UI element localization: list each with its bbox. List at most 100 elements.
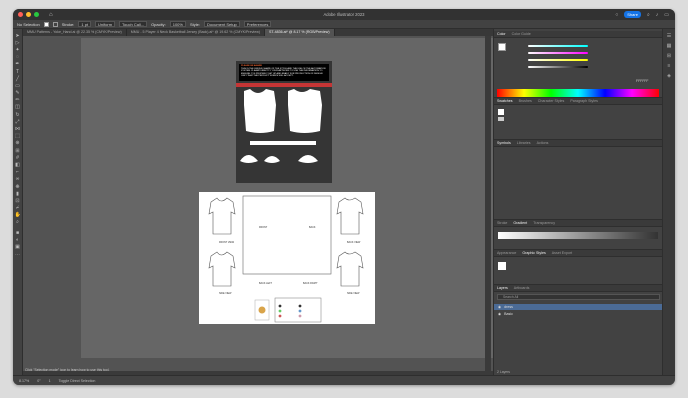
hex-value[interactable]: FFFFFF bbox=[636, 79, 648, 83]
artboard-number[interactable]: 1 bbox=[49, 379, 51, 383]
status-mode[interactable]: Toggle Direct Selection bbox=[59, 379, 96, 383]
bell-icon[interactable]: ♪ bbox=[656, 12, 659, 18]
maximize-button[interactable] bbox=[34, 12, 39, 17]
tab-libraries[interactable]: Libraries bbox=[517, 141, 531, 145]
draw-mode-icon[interactable]: ◐ bbox=[15, 237, 21, 243]
shape-builder-tool-icon[interactable]: ⊕ bbox=[15, 140, 21, 146]
tab-character-styles[interactable]: Character Styles bbox=[538, 99, 565, 103]
eye-icon[interactable]: ◉ bbox=[498, 305, 501, 309]
mesh-tool-icon[interactable]: # bbox=[15, 155, 21, 161]
artboards-icon[interactable]: ▦ bbox=[667, 43, 672, 49]
direct-selection-tool-icon[interactable]: ▷ bbox=[15, 40, 21, 46]
eyedropper-tool-icon[interactable]: ⌐ bbox=[15, 169, 21, 175]
tab-color[interactable]: Color bbox=[497, 32, 506, 36]
preferences-button[interactable]: Preferences bbox=[243, 21, 272, 27]
zoom-level[interactable]: 8.17% bbox=[19, 379, 29, 383]
close-button[interactable] bbox=[18, 12, 23, 17]
layers-search-input[interactable]: Search All bbox=[497, 294, 660, 300]
blend-tool-icon[interactable]: ∞ bbox=[15, 176, 21, 182]
fill-color-swatch[interactable] bbox=[498, 43, 506, 51]
magenta-slider[interactable] bbox=[528, 52, 588, 54]
default-graphic-style[interactable] bbox=[498, 262, 506, 270]
document-setup-button[interactable]: Document Setup bbox=[203, 21, 240, 27]
canvas-area[interactable]: PLEASE BE AWARE THIS IS THE UNIQUE SHAPE… bbox=[23, 36, 499, 375]
paintbrush-tool-icon[interactable]: ✎ bbox=[15, 90, 21, 96]
workspace-icon[interactable]: ▭ bbox=[664, 12, 669, 18]
logo-mark bbox=[258, 306, 266, 314]
stroke-swatch[interactable] bbox=[52, 21, 58, 27]
lasso-tool-icon[interactable]: ◌ bbox=[15, 54, 21, 60]
scale-tool-icon[interactable]: ⤢ bbox=[15, 119, 21, 125]
eye-icon[interactable]: ◉ bbox=[498, 312, 501, 316]
pattern-trim-center bbox=[264, 156, 280, 163]
properties-icon[interactable]: ☰ bbox=[667, 33, 671, 39]
cloud-icon[interactable]: ○ bbox=[615, 12, 618, 18]
width-tool-icon[interactable]: ⋈ bbox=[15, 126, 21, 132]
tab-graphic-styles[interactable]: Graphic Styles bbox=[522, 251, 545, 255]
artboard-spec-sheet[interactable]: FRONT VIEW BACK VIEW FRONT BACK SIDE VIE… bbox=[199, 192, 375, 324]
tab-symbols[interactable]: Symbols bbox=[497, 141, 511, 145]
fill-swatch[interactable] bbox=[43, 21, 49, 27]
share-button[interactable]: Share bbox=[624, 11, 641, 18]
swatch-registration[interactable] bbox=[498, 117, 504, 121]
vertical-scrollbar[interactable] bbox=[485, 36, 491, 375]
search-icon[interactable]: ⌕ bbox=[647, 12, 650, 18]
stroke-profile-dropdown[interactable]: Uniform bbox=[95, 21, 116, 27]
cyan-slider[interactable] bbox=[528, 45, 588, 47]
eraser-tool-icon[interactable]: ◫ bbox=[15, 104, 21, 110]
align-icon[interactable]: ≡ bbox=[668, 63, 671, 69]
zoom-tool-icon[interactable]: ⌕ bbox=[15, 219, 21, 225]
document-tab[interactable]: MMU - 5 Player 4 Neck Basketball Jersey … bbox=[127, 29, 266, 36]
perspective-grid-tool-icon[interactable]: ⊞ bbox=[15, 148, 21, 154]
rotate-tool-icon[interactable]: ↻ bbox=[15, 112, 21, 118]
rotation-value[interactable]: 0° bbox=[37, 379, 40, 383]
yellow-slider[interactable] bbox=[528, 59, 588, 61]
slice-tool-icon[interactable]: ⌿ bbox=[15, 205, 21, 211]
symbol-sprayer-tool-icon[interactable]: ❋ bbox=[15, 184, 21, 190]
minimize-button[interactable] bbox=[26, 12, 31, 17]
type-tool-icon[interactable]: T bbox=[15, 69, 21, 75]
black-slider[interactable] bbox=[528, 66, 588, 68]
gradient-tool-icon[interactable]: ◧ bbox=[15, 162, 21, 168]
screen-mode-icon[interactable]: ▣ bbox=[15, 244, 21, 250]
layers-panel-header: Layers Artboards bbox=[494, 285, 663, 292]
magic-wand-tool-icon[interactable]: ✦ bbox=[15, 47, 21, 53]
tab-asset-export[interactable]: Asset Export bbox=[552, 251, 572, 255]
stroke-weight-field[interactable]: 1 pt bbox=[78, 21, 92, 27]
gradient-preview[interactable] bbox=[498, 232, 658, 239]
pathfinder-icon[interactable]: ◈ bbox=[667, 73, 671, 79]
swatch-white[interactable] bbox=[498, 109, 504, 115]
artboard-instructions[interactable]: PLEASE BE AWARE THIS IS THE UNIQUE SHAPE… bbox=[236, 61, 332, 183]
tab-gradient[interactable]: Gradient bbox=[513, 221, 527, 225]
document-tab-active[interactable]: ST-4836.ai* @ 8.17 % (RGB/Preview) bbox=[265, 29, 335, 36]
color-spectrum[interactable] bbox=[497, 89, 659, 97]
tab-color-guide[interactable]: Color Guide bbox=[512, 32, 531, 36]
layer-row[interactable]: ◉ Basic bbox=[494, 311, 663, 317]
tab-stroke[interactable]: Stroke bbox=[497, 221, 507, 225]
edit-toolbar-icon[interactable]: ⋯ bbox=[15, 252, 21, 258]
tab-appearance[interactable]: Appearance bbox=[497, 251, 516, 255]
tab-brushes[interactable]: Brushes bbox=[519, 99, 532, 103]
tab-paragraph-styles[interactable]: Paragraph Styles bbox=[570, 99, 598, 103]
tab-artboards[interactable]: Artboards bbox=[514, 286, 530, 290]
tab-actions[interactable]: Actions bbox=[537, 141, 549, 145]
fill-stroke-icon[interactable]: ■ bbox=[15, 230, 21, 236]
tab-transparency[interactable]: Transparency bbox=[533, 221, 555, 225]
rectangle-tool-icon[interactable]: ▭ bbox=[15, 83, 21, 89]
free-transform-tool-icon[interactable]: ⬚ bbox=[15, 133, 21, 139]
brush-dropdown[interactable]: Touch Call... bbox=[119, 21, 148, 27]
line-tool-icon[interactable]: ╱ bbox=[15, 76, 21, 82]
tab-layers[interactable]: Layers bbox=[497, 286, 508, 290]
hand-tool-icon[interactable]: ✋ bbox=[15, 212, 21, 218]
graph-tool-icon[interactable]: ▮ bbox=[15, 191, 21, 197]
opacity-field[interactable]: 100% bbox=[169, 21, 186, 27]
pen-tool-icon[interactable]: ✒ bbox=[15, 61, 21, 67]
pencil-tool-icon[interactable]: ✏ bbox=[15, 97, 21, 103]
selection-tool-icon[interactable]: ➤ bbox=[15, 33, 21, 39]
transform-icon[interactable]: ⊞ bbox=[667, 53, 671, 59]
tab-swatches[interactable]: Swatches bbox=[497, 99, 513, 103]
artboard-tool-icon[interactable]: ⊡ bbox=[15, 198, 21, 204]
document-tab[interactable]: MMU Patterns - Yoke_Hand.ai @ 22.35 % (C… bbox=[23, 29, 127, 36]
layer-row[interactable]: ◉ dress bbox=[494, 304, 663, 310]
home-icon[interactable]: ⌂ bbox=[49, 12, 53, 18]
